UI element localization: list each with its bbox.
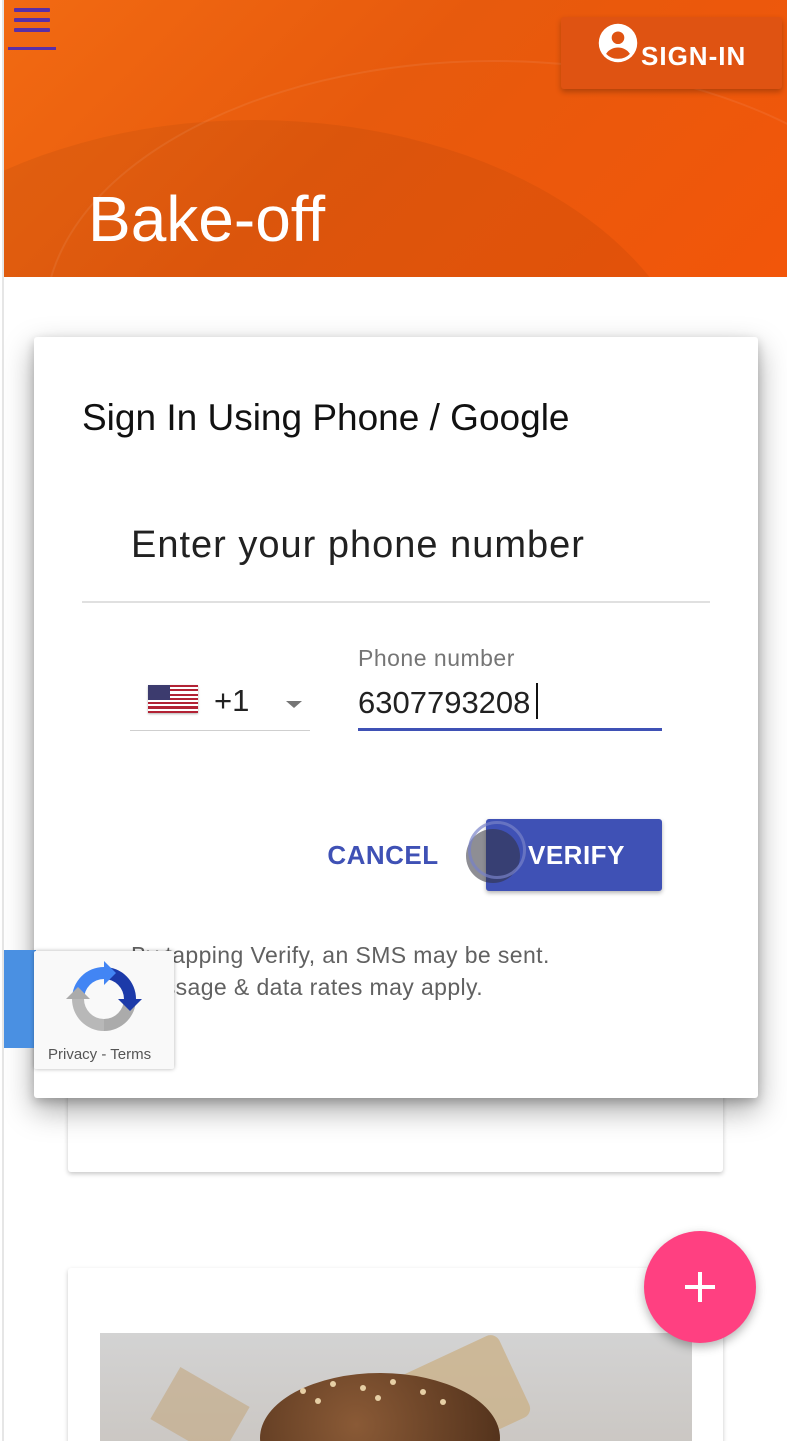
us-flag-icon xyxy=(148,685,198,713)
photo-detail xyxy=(360,1385,366,1391)
menu-underline xyxy=(8,47,56,50)
photo-detail xyxy=(390,1379,396,1385)
account-circle-icon xyxy=(597,22,639,64)
disclaimer-line: Message & data rates may apply. xyxy=(131,974,484,1000)
cancel-button[interactable]: CANCEL xyxy=(320,825,446,885)
plus-icon xyxy=(698,1272,702,1302)
menu-icon xyxy=(14,28,50,32)
phone-number-label: Phone number xyxy=(358,645,515,671)
sign-in-button[interactable]: SIGN-IN xyxy=(561,17,782,89)
text-cursor xyxy=(536,683,538,719)
dropdown-caret-icon xyxy=(286,701,302,708)
menu-icon xyxy=(14,18,50,22)
dialog-title: Sign In Using Phone / Google xyxy=(82,397,570,438)
phone-number-input[interactable] xyxy=(358,677,662,731)
photo-detail xyxy=(150,1367,250,1441)
photo-detail xyxy=(420,1389,426,1395)
app-header: SIGN-IN Bake-off xyxy=(4,0,787,277)
sign-in-label: SIGN-IN xyxy=(641,40,747,71)
app-title: Bake-off xyxy=(88,183,326,255)
photo-detail xyxy=(330,1381,336,1387)
recaptcha-links[interactable]: Privacy - Terms xyxy=(48,1046,151,1063)
add-fab-button[interactable] xyxy=(644,1231,756,1343)
country-code-select[interactable]: +1 xyxy=(130,673,310,731)
touch-ripple xyxy=(468,821,526,879)
photo-detail xyxy=(315,1398,321,1404)
recaptcha-logo-icon xyxy=(66,961,142,1031)
disclaimer-line: By tapping Verify, an SMS may be sent. xyxy=(131,942,550,968)
menu-button[interactable] xyxy=(10,4,58,52)
recaptcha-tab xyxy=(4,950,36,1048)
photo-detail xyxy=(375,1395,381,1401)
verify-label: VERIFY xyxy=(528,839,625,870)
menu-icon xyxy=(14,8,50,12)
content-card xyxy=(68,1268,723,1441)
photo-detail xyxy=(300,1388,306,1394)
food-photo xyxy=(100,1333,692,1441)
sms-disclaimer: By tapping Verify, an SMS may be sent. M… xyxy=(131,939,651,1003)
recaptcha-badge[interactable]: Privacy - Terms xyxy=(34,951,174,1069)
divider xyxy=(82,601,710,603)
photo-detail xyxy=(440,1399,446,1405)
phone-heading: Enter your phone number xyxy=(131,524,585,566)
dial-code: +1 xyxy=(214,683,250,718)
